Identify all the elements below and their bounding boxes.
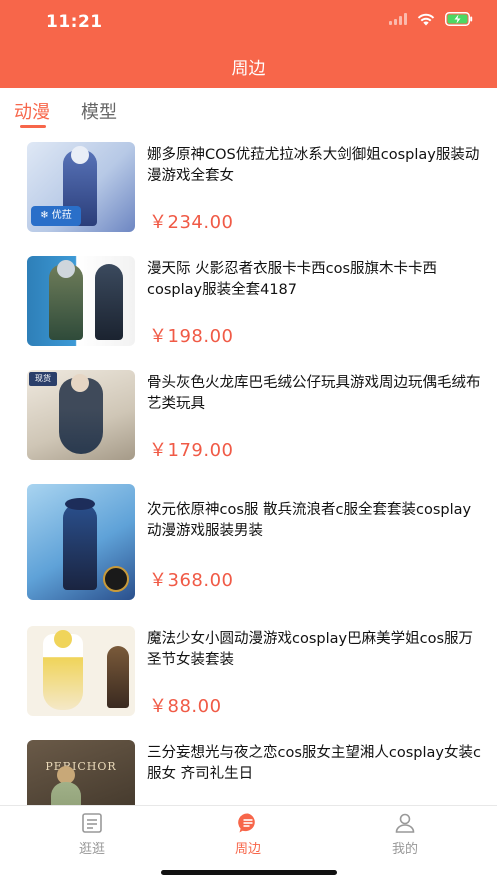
list-item[interactable]: 漫天际 火影忍者衣服卡卡西cos服旗木卡卡西cosplay服装全套4187 ￥1…	[0, 254, 497, 368]
product-title[interactable]: 次元依原神cos服 散兵流浪者c服全套套装cosplay动漫游戏服装男装	[147, 500, 483, 542]
wifi-icon	[417, 13, 435, 26]
tabbar-item-merch[interactable]: 周边	[208, 812, 288, 857]
tabbar-label: 周边	[234, 842, 261, 857]
home-indicator	[161, 870, 337, 875]
product-list[interactable]: ❄ 优菈 娜多原神COS优菈尤拉冰系大剑御姐cosplay服装动漫游戏全套女 ￥…	[0, 140, 497, 805]
tabbar-item-browse[interactable]: 逛逛	[52, 812, 132, 857]
list-item[interactable]: 次元依原神cos服 散兵流浪者c服全套套装cosplay动漫游戏服装男装 ￥36…	[0, 482, 497, 600]
list-doc-icon	[82, 813, 102, 833]
product-title[interactable]: 三分妄想光与夜之恋cos服女主望湘人cosplay女装c服女 齐司礼生日	[147, 743, 483, 785]
app-screen: 11:21 周边 动漫 模型 ❄ 优菈 娜多原神COS优菈尤拉冰系大剑御姐cos…	[0, 0, 497, 883]
tabbar-label: 逛逛	[78, 842, 105, 857]
signal-icon	[389, 13, 407, 25]
product-thumbnail	[27, 626, 135, 716]
product-thumbnail	[27, 256, 135, 346]
page-title: 周边	[231, 59, 266, 79]
list-item[interactable]: PERICHOR 三分妄想光与夜之恋cos服女主望湘人cosplay女装c服女 …	[0, 738, 497, 805]
product-thumbnail	[27, 484, 135, 600]
list-item[interactable]: 魔法少女小圆动漫游戏cosplay巴麻美学姐cos服万圣节女装套装 ￥88.00	[0, 624, 497, 738]
person-icon	[395, 813, 415, 833]
product-price: ￥88.00	[149, 696, 222, 717]
product-thumbnail: ❄ 优菈	[27, 142, 135, 232]
status-icons	[389, 12, 473, 26]
product-price: ￥179.00	[149, 440, 234, 461]
product-thumbnail: 现货	[27, 370, 135, 460]
list-item[interactable]: ❄ 优菈 娜多原神COS优菈尤拉冰系大剑御姐cosplay服装动漫游戏全套女 ￥…	[0, 140, 497, 254]
active-tab-indicator	[20, 125, 46, 128]
chat-bubble-icon	[238, 813, 255, 833]
product-price: ￥198.00	[149, 326, 234, 347]
tab-anime[interactable]: 动漫	[14, 98, 50, 124]
snowflake-badge-icon: ❄ 优菈	[31, 206, 81, 226]
product-price: ￥368.00	[149, 570, 234, 591]
battery-charging-icon	[445, 12, 473, 26]
tab-model[interactable]: 模型	[81, 98, 117, 124]
tabbar-label: 我的	[391, 842, 418, 857]
status-time: 11:21	[46, 12, 103, 32]
tabbar-item-mine[interactable]: 我的	[365, 812, 445, 857]
product-price: ￥234.00	[149, 212, 234, 233]
product-title[interactable]: 漫天际 火影忍者衣服卡卡西cos服旗木卡卡西cosplay服装全套4187	[147, 259, 483, 301]
wanderer-figure-icon	[63, 504, 97, 590]
category-tabs: 动漫 模型	[0, 88, 497, 132]
product-title[interactable]: 骨头灰色火龙库巴毛绒公仔玩具游戏周边玩偶毛绒布艺类玩具	[147, 373, 483, 415]
list-item[interactable]: 现货 骨头灰色火龙库巴毛绒公仔玩具游戏周边玩偶毛绒布艺类玩具 ￥179.00	[0, 368, 497, 482]
bottom-tab-bar: 逛逛 周边 我的	[0, 805, 497, 883]
header-bar: 11:21 周边	[0, 0, 497, 88]
peri-chor-figure-icon: PERICHOR	[45, 760, 117, 773]
product-thumbnail: PERICHOR	[27, 740, 135, 805]
product-title[interactable]: 娜多原神COS优菈尤拉冰系大剑御姐cosplay服装动漫游戏全套女	[147, 145, 483, 187]
product-title[interactable]: 魔法少女小圆动漫游戏cosplay巴麻美学姐cos服万圣节女装套装	[147, 629, 483, 671]
